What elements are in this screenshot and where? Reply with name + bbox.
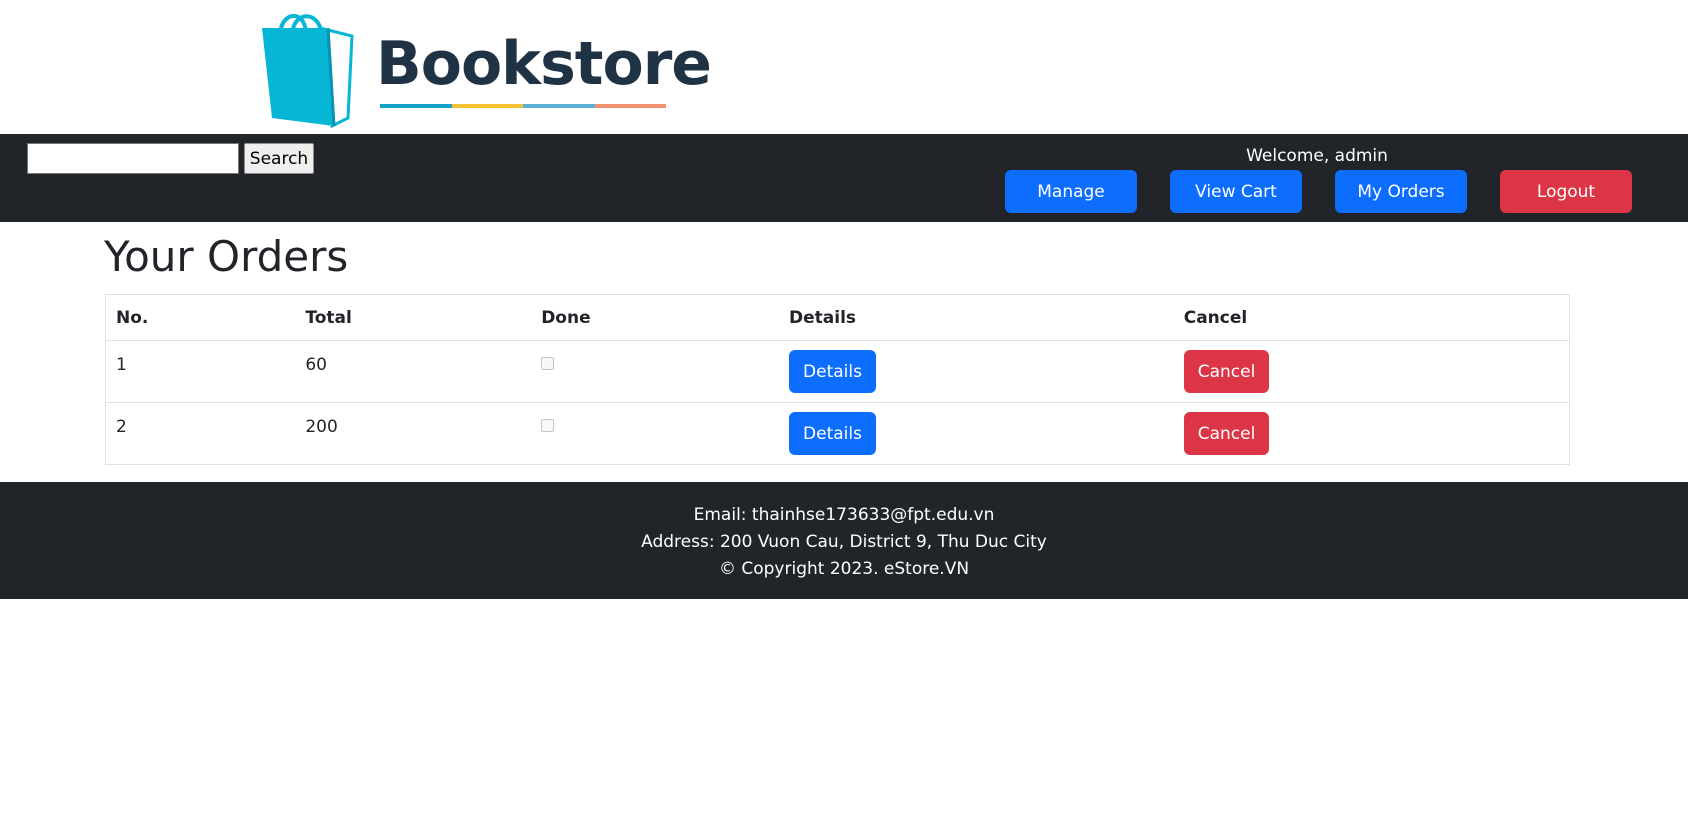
shopping-bag-icon [262,13,354,129]
order-done-cell [531,340,780,403]
details-button[interactable]: Details [789,412,876,455]
footer-email: Email: thainhse173633@fpt.edu.vn [693,505,995,525]
order-details-cell: Details [779,402,1174,465]
cancel-button[interactable]: Cancel [1183,412,1270,455]
order-no-cell: 2 [105,402,296,465]
order-total-cell: 60 [295,340,532,403]
search-input[interactable] [27,143,239,174]
footer-address: Address: 200 Vuon Cau, District 9, Thu D… [641,532,1047,552]
header-total: Total [295,294,532,341]
navbar: Search Welcome, admin Manage View Cart M… [0,134,1688,222]
page-title: Your Orders [104,232,349,281]
order-done-cell [531,402,780,465]
logout-button[interactable]: Logout [1500,170,1632,213]
order-total: 60 [305,355,327,375]
table-header-row: No. Total Done Details Cancel [105,294,1570,341]
bookstore-logo[interactable]: Bookstore [258,6,712,132]
order-cancel-cell: Cancel [1173,340,1570,403]
done-checkbox [541,419,555,432]
search-button[interactable]: Search [244,143,314,174]
brand-name: Bookstore [376,29,712,99]
table-row: 2 200 Details Cancel [105,402,1570,465]
order-total: 200 [305,417,338,437]
brand-underline [380,104,666,108]
my-orders-button[interactable]: My Orders [1335,170,1467,213]
header: Bookstore [0,0,1688,134]
manage-button[interactable]: Manage [1005,170,1137,213]
orders-table: No. Total Done Details Cancel 1 60 Detai… [105,294,1570,465]
order-no: 2 [116,417,127,437]
order-total-cell: 200 [295,402,532,465]
welcome-text: Welcome, admin [1246,146,1388,166]
footer-copyright: © Copyright 2023. eStore.VN [718,559,970,579]
order-cancel-cell: Cancel [1173,402,1570,465]
cancel-button[interactable]: Cancel [1183,350,1270,393]
view-cart-button[interactable]: View Cart [1170,170,1302,213]
table-row: 1 60 Details Cancel [105,340,1570,403]
header-done: Done [531,294,780,341]
done-checkbox [541,357,555,370]
header-no: No. [105,294,296,341]
header-details: Details [779,294,1174,341]
order-no: 1 [116,355,127,375]
details-button[interactable]: Details [789,350,876,393]
order-details-cell: Details [779,340,1174,403]
header-cancel: Cancel [1173,294,1570,341]
order-no-cell: 1 [105,340,296,403]
footer: Email: thainhse173633@fpt.edu.vn Address… [0,482,1688,599]
